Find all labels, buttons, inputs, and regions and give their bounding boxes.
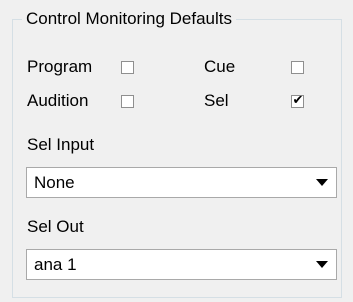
sel-out-label: Sel Out — [27, 217, 84, 236]
audition-label: Audition — [27, 91, 89, 110]
program-label: Program — [27, 57, 93, 76]
checkmark-icon: ✔ — [292, 93, 304, 108]
control-monitoring-panel: Control Monitoring Defaults Program Cue … — [0, 0, 353, 302]
group-title: Control Monitoring Defaults — [22, 9, 236, 29]
chevron-down-icon[interactable] — [316, 179, 328, 186]
cue-label: Cue — [204, 57, 236, 76]
chevron-down-icon[interactable] — [316, 261, 328, 268]
program-checkbox[interactable] — [121, 61, 134, 74]
sel-input-dropdown[interactable]: None — [26, 167, 337, 198]
sel-checkbox[interactable]: ✔ — [291, 93, 304, 108]
sel-out-dropdown[interactable]: ana 1 — [26, 249, 337, 280]
sel-label: Sel — [204, 91, 229, 110]
sel-out-value: ana 1 — [34, 255, 77, 274]
cue-checkbox[interactable] — [291, 61, 304, 74]
sel-input-label: Sel Input — [27, 135, 95, 154]
audition-checkbox[interactable] — [121, 95, 134, 108]
sel-input-value: None — [34, 173, 75, 192]
